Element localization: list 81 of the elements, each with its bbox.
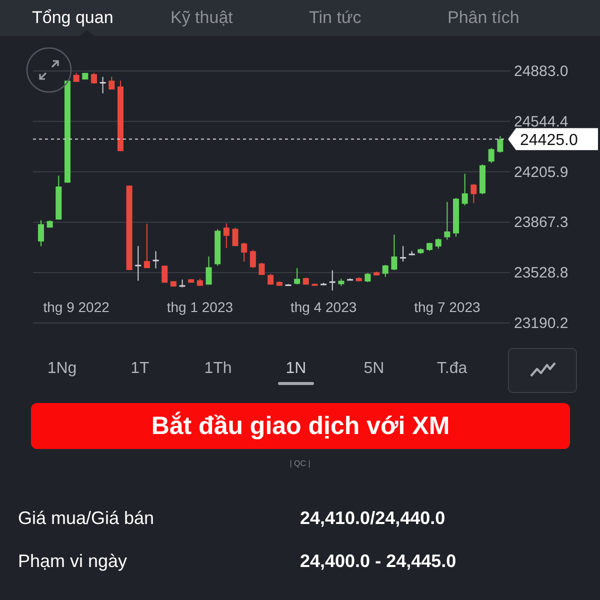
candle bbox=[232, 227, 238, 247]
candle bbox=[320, 282, 327, 286]
candle bbox=[196, 278, 203, 286]
candle bbox=[179, 279, 186, 288]
axis-label: thg 7 2023 bbox=[414, 299, 480, 315]
row-label: Phạm vi ngày bbox=[18, 551, 128, 572]
candle bbox=[356, 276, 362, 282]
candle bbox=[206, 256, 212, 286]
candle bbox=[38, 220, 44, 247]
candle bbox=[462, 173, 468, 206]
axis-label: 23190.2 bbox=[514, 315, 568, 328]
row-value: 24,410.0/24,440.0 bbox=[300, 508, 446, 529]
period-tab[interactable]: T.đa bbox=[413, 356, 491, 384]
candle bbox=[162, 265, 168, 284]
candle bbox=[444, 201, 450, 240]
candle bbox=[382, 264, 388, 278]
candle bbox=[56, 175, 62, 220]
axis-label: thg 9 2022 bbox=[43, 299, 110, 315]
row-value: 24,400.0 - 24,445.0 bbox=[300, 551, 456, 572]
candle bbox=[400, 246, 406, 262]
candle bbox=[46, 220, 53, 228]
period-tab[interactable]: 1Ng bbox=[23, 356, 101, 384]
candle bbox=[223, 222, 230, 248]
axis-label: 23528.8 bbox=[514, 264, 568, 282]
candle bbox=[497, 136, 504, 154]
chart-type-button[interactable] bbox=[508, 348, 577, 392]
candle bbox=[152, 250, 159, 269]
tab[interactable]: Phân tích bbox=[448, 0, 586, 36]
candle bbox=[470, 183, 477, 204]
candle bbox=[453, 197, 459, 238]
candle bbox=[188, 278, 194, 284]
candle bbox=[488, 148, 494, 164]
candle bbox=[241, 242, 248, 262]
candle bbox=[426, 242, 433, 252]
axis-label: 24205.9 bbox=[514, 164, 568, 181]
axis-label: thg 4 2023 bbox=[290, 299, 357, 315]
candle bbox=[135, 246, 142, 282]
candle bbox=[391, 234, 398, 271]
tab[interactable]: Kỹ thuật bbox=[170, 0, 309, 36]
candle bbox=[312, 283, 318, 286]
axis-label: 23867.3 bbox=[514, 214, 568, 232]
row-label: Giá mua/Giá bán bbox=[18, 508, 156, 529]
candle bbox=[250, 250, 256, 268]
candle bbox=[214, 228, 221, 266]
candle bbox=[73, 72, 80, 82]
period-tab[interactable]: 1N bbox=[257, 356, 335, 384]
candle bbox=[364, 272, 371, 283]
candle bbox=[435, 238, 442, 250]
candle bbox=[374, 271, 380, 276]
candle bbox=[170, 280, 176, 288]
candle bbox=[329, 270, 336, 291]
period-tab[interactable]: 1Th bbox=[179, 356, 257, 384]
candle bbox=[100, 76, 106, 94]
tab[interactable]: Tin tức bbox=[309, 0, 448, 36]
trade-button[interactable]: Bắt đầu giao dịch với XM bbox=[31, 403, 570, 449]
candle bbox=[408, 250, 415, 256]
candle bbox=[294, 268, 300, 285]
ad-label: | QC | bbox=[288, 459, 312, 468]
candle bbox=[338, 278, 344, 286]
axis-label: 24883.0 bbox=[514, 63, 568, 80]
period-tab[interactable]: 5N bbox=[335, 356, 413, 384]
candle bbox=[480, 164, 486, 195]
candle bbox=[90, 72, 97, 84]
candle bbox=[418, 248, 424, 254]
candle bbox=[82, 72, 88, 80]
expand-icon[interactable] bbox=[26, 47, 72, 93]
candle bbox=[108, 76, 115, 90]
candle bbox=[117, 80, 124, 152]
axis-label: 24544.4 bbox=[514, 113, 568, 130]
ref-line-label: 24425.0 bbox=[520, 132, 578, 150]
tab[interactable]: Tổng quan bbox=[32, 0, 170, 36]
candle bbox=[347, 278, 354, 282]
axis-label: thg 1 2023 bbox=[166, 299, 234, 315]
candle bbox=[276, 280, 282, 286]
price-tag: 24425.0 bbox=[508, 128, 598, 150]
candle bbox=[285, 284, 292, 286]
candle bbox=[268, 273, 274, 286]
candle bbox=[144, 223, 150, 269]
candle bbox=[302, 277, 309, 286]
candle bbox=[258, 262, 265, 276]
period-tab[interactable]: 1T bbox=[101, 356, 179, 384]
